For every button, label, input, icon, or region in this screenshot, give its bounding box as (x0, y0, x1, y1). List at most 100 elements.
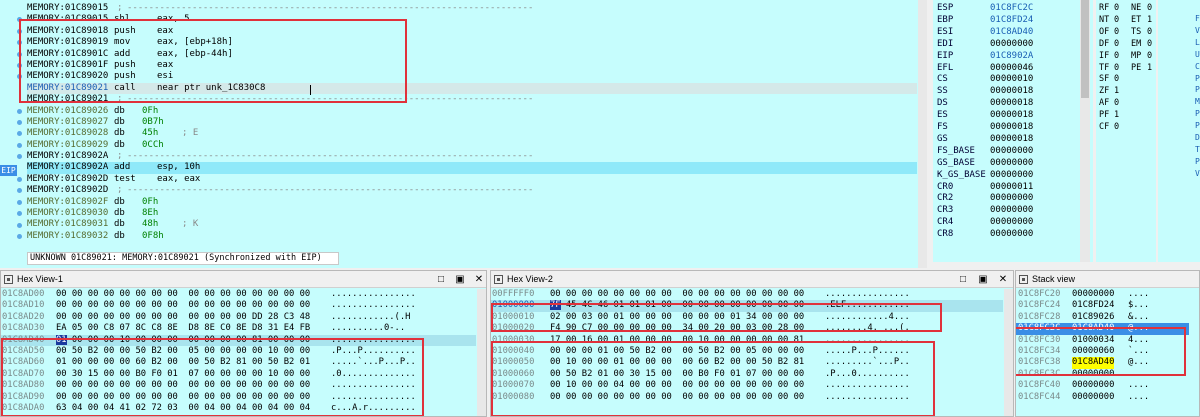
register-esi[interactable]: ESI 01C8AD40 (937, 26, 1087, 38)
hex-view-2-titlebar[interactable]: Hex View-2 □ ▣ ✕ (491, 271, 1013, 288)
disassembly-line[interactable]: MEMORY:01C89028 db 45h ; E (27, 128, 917, 139)
flag-value[interactable]: 1 (1114, 85, 1119, 97)
hex-view-2[interactable]: Hex View-2 □ ▣ ✕ 00FFFFF0 00 00 00 00 00 … (490, 270, 1014, 417)
flag-value[interactable]: 0 (1147, 2, 1152, 14)
register-value[interactable]: 00000000 (990, 38, 1033, 50)
disassembly-lines[interactable]: MEMORY:01C89015; ------------------------… (27, 3, 917, 242)
stack-value[interactable]: 00000000 (1072, 369, 1114, 380)
register-value[interactable]: 00000046 (990, 62, 1033, 74)
hex-bytes[interactable]: 01 00 00 00 10 00 00 00 00 00 00 00 81 0… (56, 334, 310, 346)
register-value[interactable]: 00000000 (990, 169, 1033, 181)
restore-button[interactable]: ▣ (976, 271, 990, 288)
breakpoint-dot[interactable] (17, 108, 22, 114)
stack-value[interactable]: 00000000 (1072, 392, 1114, 403)
close-button[interactable]: ✕ (996, 271, 1010, 288)
hex-rows[interactable]: 01C8AD00 00 00 00 00 00 00 00 00 00 00 00… (1, 289, 476, 414)
hex-bytes[interactable]: 00 00 00 00 00 00 00 00 00 00 00 00 00 0… (56, 392, 310, 403)
stack-row[interactable]: 01C8FC3C 00000000.... (1016, 369, 1189, 380)
register-value[interactable]: 00000018 (990, 109, 1033, 121)
flag-value[interactable]: 0 (1114, 50, 1119, 62)
hex-view-2-scrollbar[interactable] (1004, 289, 1013, 416)
hex-row[interactable]: 01C8AD60 01 00 00 00 00 60 B2 00 00 50 B2… (1, 357, 476, 368)
breakpoint-dot[interactable] (17, 74, 22, 80)
flag-value[interactable]: 0 (1114, 97, 1119, 109)
hex-bytes[interactable]: 7F 45 4C 46 01 01 01 00 00 00 00 00 00 0… (550, 300, 804, 311)
register-value[interactable]: 00000000 (990, 145, 1033, 157)
hex-row[interactable]: 01C8AD50 00 50 B2 00 00 50 B2 00 05 00 00… (1, 346, 476, 357)
stack-value[interactable]: 01C89026 (1072, 312, 1114, 323)
disassembly-line[interactable]: MEMORY:01C8902A add esp, 10h (27, 162, 917, 174)
hex-view-1[interactable]: Hex View-1 □ ▣ ✕ 01C8AD00 00 00 00 00 00 … (0, 270, 487, 417)
register-cs[interactable]: CS 00000010 (937, 73, 1087, 85)
breakpoint-dot[interactable] (17, 131, 22, 137)
register-fs[interactable]: FS 00000018 (937, 121, 1087, 133)
hex-bytes[interactable]: 00 00 00 00 00 00 00 00 00 00 00 00 00 0… (56, 300, 310, 311)
flags-view[interactable]: RF 0 NT 0 OF 0 DF 0 IF 0 TF 0 SF 0 ZF 1 AF 0 PF 1 CF 0 NE 0 ET 1 T… (1096, 0, 1156, 262)
disassembly-line[interactable]: MEMORY:01C89018 push eax (27, 26, 917, 37)
disassembly-scrollbar[interactable] (918, 0, 927, 268)
disassembly-line[interactable]: MEMORY:01C89021; ------------------------… (27, 94, 917, 105)
hex-bytes[interactable]: 00 00 00 00 00 00 00 00 00 00 00 00 DD 2… (56, 312, 310, 323)
register-fs_base[interactable]: FS_BASE 00000000 (937, 145, 1087, 157)
register-eip[interactable]: EIP 01C8902A (937, 50, 1087, 62)
flag-value[interactable]: 0 (1114, 26, 1119, 38)
stack-row[interactable]: 01C8FC28 01C89026 &... (1016, 312, 1189, 323)
register-cr3[interactable]: CR3 00000000 (937, 204, 1087, 216)
breakpoint-dot[interactable] (17, 177, 22, 182)
hex-row[interactable]: 01000060 00 50 B2 01 00 30 15 00 00 B0 F0… (491, 369, 1003, 380)
hex-bytes[interactable]: 02 00 03 00 01 00 00 00 00 00 00 01 34 0… (550, 312, 804, 323)
hex-bytes[interactable]: 00 30 15 00 00 B0 F0 01 07 00 00 00 00 1… (56, 369, 310, 380)
disassembly-line[interactable]: MEMORY:01C8902F db 0Fh (27, 197, 917, 208)
breakpoint-dot[interactable] (17, 199, 22, 205)
register-value[interactable]: 00000000 (990, 228, 1033, 240)
register-cr4[interactable]: CR4 00000000 (937, 216, 1087, 228)
disassembly-line[interactable]: MEMORY:01C89019 mov eax, [ebp+18h] (27, 37, 917, 48)
breakpoint-dot[interactable] (17, 211, 22, 217)
hex-bytes[interactable]: 00 50 B2 00 00 50 B2 00 05 00 00 00 00 1… (56, 346, 310, 357)
register-value[interactable]: 01C8FC2C (990, 2, 1033, 14)
stack-row[interactable]: 01C8FC40 00000000.... (1016, 380, 1189, 391)
stack-row[interactable]: 01C8FC38 01C8AD40 @... (1016, 357, 1189, 369)
register-value[interactable]: 00000018 (990, 85, 1033, 97)
disassembly-view[interactable]: EIP MEMORY:01C89015; --------------------… (0, 0, 927, 268)
hex-row[interactable]: 01C8AD40 01 00 00 00 10 00 00 00 00 00 00… (1, 334, 476, 346)
hex-row[interactable]: 01C8AD00 00 00 00 00 00 00 00 00 00 00 00… (1, 289, 476, 300)
flag-value[interactable]: 1 (1147, 62, 1152, 74)
disassembly-line[interactable]: MEMORY:01C89015 shl eax, 5 (27, 14, 917, 25)
hex-bytes[interactable]: 00 00 00 00 00 00 00 00 00 00 00 00 00 0… (56, 380, 310, 391)
stack-row[interactable]: 01C8FC34 00000060 `... (1016, 346, 1189, 357)
register-cr8[interactable]: CR8 00000000 (937, 228, 1087, 240)
stack-value[interactable]: 01000034 (1072, 335, 1114, 346)
stack-rows[interactable]: 01C8FC20 00000000.... 01C8FC24 01C8FD24 $...… (1016, 289, 1189, 403)
hex-bytes[interactable]: 00 00 00 00 00 00 00 00 00 00 00 00 00 0… (56, 289, 310, 300)
selected-byte[interactable]: 01 (56, 334, 67, 345)
hex-row[interactable]: 01C8AD80 00 00 00 00 00 00 00 00 00 00 00… (1, 380, 476, 391)
restore-button[interactable]: ▣ (453, 271, 467, 288)
disassembly-line[interactable]: MEMORY:01C89032 db 0F8h (27, 231, 917, 242)
flag-value[interactable]: 1 (1114, 109, 1119, 121)
disassembly-line[interactable]: MEMORY:01C8901F push eax (27, 60, 917, 71)
breakpoint-dot[interactable] (17, 234, 22, 239)
register-gs_base[interactable]: GS_BASE 00000000 (937, 157, 1087, 169)
hex-rows[interactable]: 00FFFFF0 00 00 00 00 00 00 00 00 00 00 00… (491, 289, 1003, 403)
disassembly-line[interactable]: MEMORY:01C89021 call near ptr unk_1C830C8 (27, 82, 917, 95)
disassembly-line[interactable]: MEMORY:01C8902D; ------------------------… (27, 185, 917, 196)
hex-row[interactable]: 01C8AD30 EA 05 00 C8 07 8C C8 8E D8 8E C0… (1, 323, 476, 334)
register-value[interactable]: 00000018 (990, 133, 1033, 145)
hex-row[interactable]: 01000040 00 00 00 01 00 50 B2 00 00 50 B2… (491, 346, 1003, 357)
hex-bytes[interactable]: 17 00 16 00 01 00 00 00 00 10 00 00 00 0… (550, 335, 804, 346)
disassembly-line[interactable]: MEMORY:01C89030 db 8Eh (27, 208, 917, 219)
disassembly-line[interactable]: MEMORY:01C8902D test eax, eax (27, 174, 917, 185)
register-value[interactable]: 00000010 (990, 73, 1033, 85)
hex-row[interactable]: 01000080 00 00 00 00 00 00 00 00 00 00 00… (491, 392, 1003, 403)
stack-value[interactable]: 01C8FD24 (1072, 300, 1114, 311)
breakpoint-dot[interactable] (17, 40, 22, 46)
stack-row[interactable]: 01C8FC30 01000034 4... (1016, 335, 1189, 346)
hex-row[interactable]: 01C8AD20 00 00 00 00 00 00 00 00 00 00 00… (1, 312, 476, 323)
hex-row[interactable]: 01C8ADA0 63 04 00 04 41 02 72 03 00 04 00… (1, 403, 476, 414)
register-value[interactable]: 00000018 (990, 97, 1033, 109)
registers-scrollbar-thumb[interactable] (1081, 0, 1089, 98)
flag-value[interactable]: 0 (1114, 38, 1119, 50)
flag-value[interactable]: 0 (1114, 121, 1119, 133)
hex-row[interactable]: 01C8AD70 00 30 15 00 00 B0 F0 01 07 00 00… (1, 369, 476, 380)
